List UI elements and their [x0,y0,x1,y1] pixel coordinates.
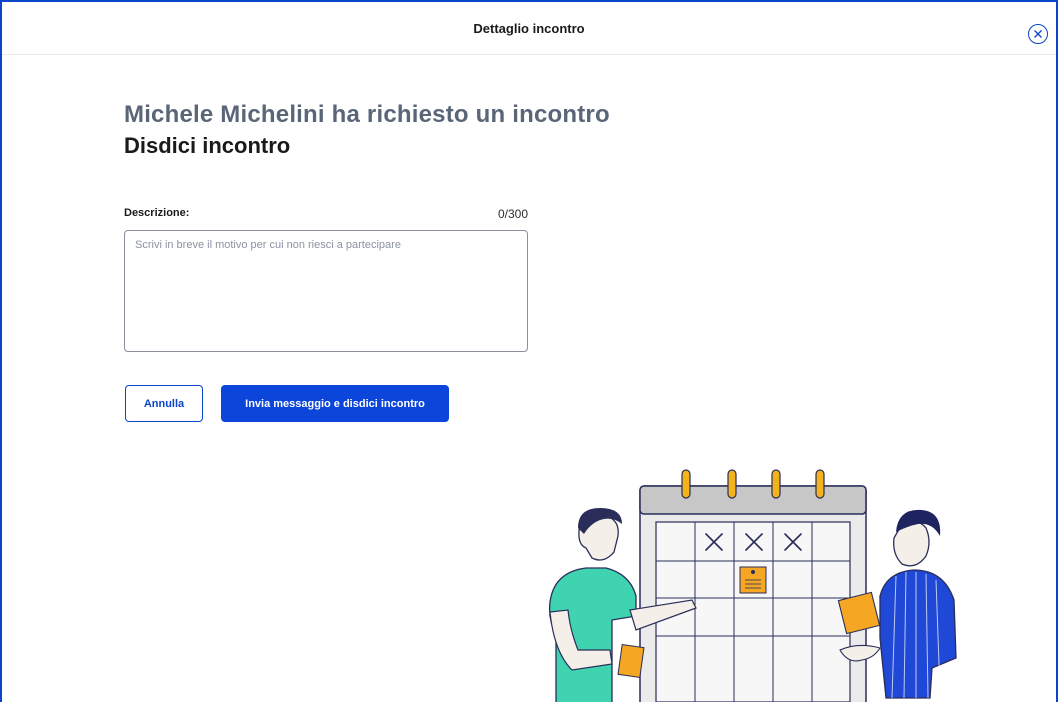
page-title: Disdici incontro [124,133,291,158]
calendar-icon [639,469,867,702]
description-header: Descrizione: 0/300 [124,207,528,221]
modal-header: Dettaglio incontro [2,2,1056,55]
description-textarea[interactable] [124,230,528,352]
close-icon [1034,30,1042,38]
character-counter: 0/300 [497,207,528,221]
send-and-cancel-meeting-button[interactable]: Invia messaggio e disdici incontro [221,385,449,422]
modal-title: Dettaglio incontro [473,20,585,36]
cancel-button[interactable]: Annulla [125,385,203,422]
description-label: Descrizione: [124,207,190,219]
requester-title: Michele Michelini ha richiesto un incont… [124,101,610,128]
calendar-meeting-illustration [548,469,957,702]
close-button[interactable] [1028,24,1048,44]
